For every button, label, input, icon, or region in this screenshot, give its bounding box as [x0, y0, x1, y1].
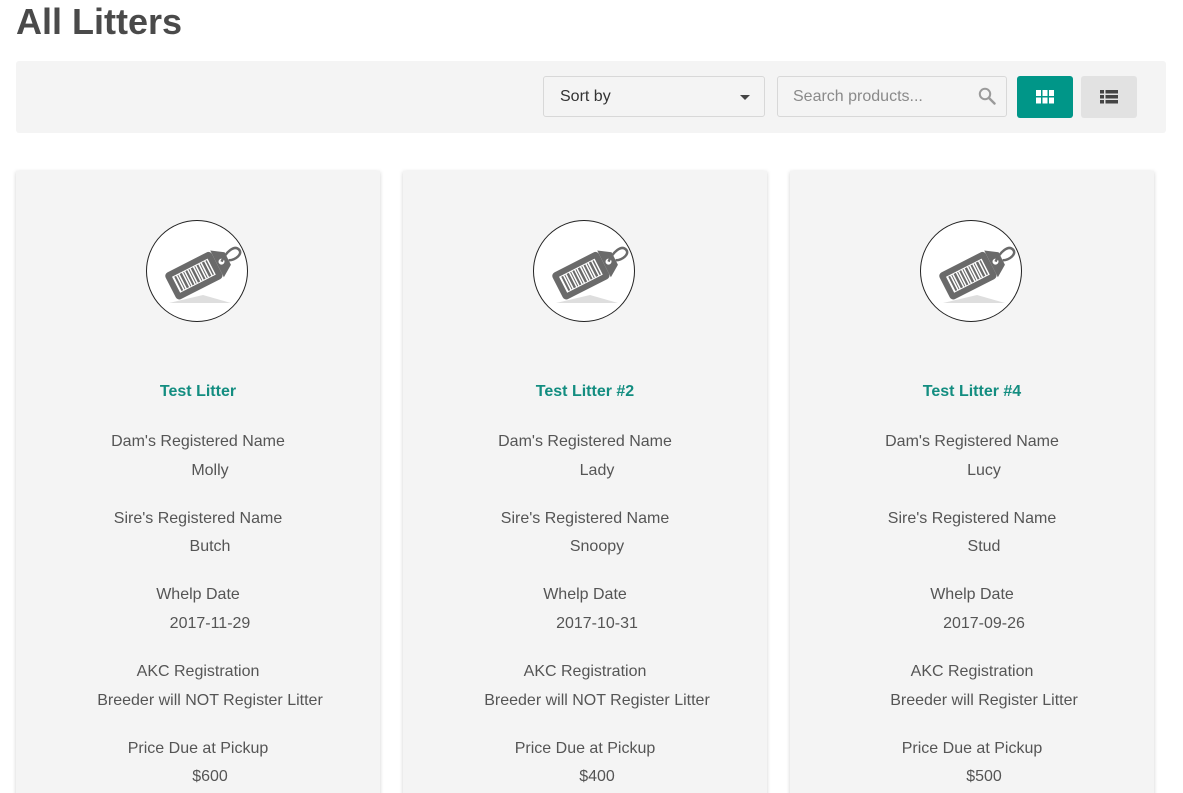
litter-card: Test Litter #4 Dam's Registered Name Luc… [790, 171, 1154, 793]
grid-icon [1036, 90, 1054, 104]
search-box [777, 76, 1007, 117]
dam-label: Dam's Registered Name [498, 433, 672, 450]
sire-label: Sire's Registered Name [113, 510, 283, 527]
price-label: Price Due at Pickup [901, 740, 1043, 757]
price-tag-barcode-icon [939, 246, 1016, 303]
page: All Litters Sort by Search products... T… [0, 0, 1183, 793]
list-icon [1100, 90, 1118, 104]
litter-card: Test Litter #2 Dam's Registered Name Lad… [403, 171, 767, 793]
akc-label: AKC Registration [523, 663, 647, 680]
price-tag-barcode-icon [552, 246, 629, 303]
caret-down-icon [740, 95, 750, 100]
product-toolbar: Sort by [16, 61, 1166, 133]
grid-view-button[interactable] [1017, 76, 1073, 118]
price-value: $400 [579, 768, 615, 785]
sort-by-label: Sort by [560, 88, 611, 105]
akc-label: AKC Registration [910, 663, 1034, 680]
dam-value: Lady [579, 462, 615, 479]
whelp-date-label: Whelp Date [930, 586, 1014, 603]
litter-title-link[interactable]: Test Litter #2 [403, 383, 767, 401]
dam-label: Dam's Registered Name [111, 433, 285, 450]
list-view-button[interactable] [1081, 76, 1137, 118]
page-title: All Litters [16, 1, 183, 42]
price-value: $600 [192, 768, 228, 785]
whelp-date-value: 2017-11-29 [169, 615, 251, 632]
whelp-date-value: 2017-09-26 [943, 615, 1025, 632]
sire-label: Sire's Registered Name [887, 510, 1057, 527]
sire-label: Sire's Registered Name [500, 510, 670, 527]
price-label: Price Due at Pickup [514, 740, 656, 757]
search-icon[interactable] [978, 87, 996, 105]
price-tag-barcode-icon [165, 246, 242, 303]
sire-value: Butch [189, 538, 231, 555]
search-input[interactable] [778, 77, 968, 116]
whelp-date-label: Whelp Date [156, 586, 240, 603]
dam-value: Lucy [967, 462, 1001, 479]
litter-image[interactable] [146, 220, 248, 322]
akc-value: Breeder will NOT Register Litter [484, 692, 710, 709]
whelp-date-label: Whelp Date [543, 586, 627, 603]
litter-title-link[interactable]: Test Litter #4 [790, 383, 1154, 401]
akc-value: Breeder will NOT Register Litter [97, 692, 323, 709]
dam-value: Molly [191, 462, 229, 479]
litter-card: Test Litter Dam's Registered Name Molly … [16, 171, 380, 793]
dam-label: Dam's Registered Name [885, 433, 1059, 450]
price-value: $500 [966, 768, 1002, 785]
price-label: Price Due at Pickup [127, 740, 269, 757]
sire-value: Stud [967, 538, 1001, 555]
akc-label: AKC Registration [136, 663, 260, 680]
litter-title-link[interactable]: Test Litter [16, 383, 380, 401]
litter-image[interactable] [533, 220, 635, 322]
sort-by-select[interactable]: Sort by [543, 76, 765, 117]
litter-image[interactable] [920, 220, 1022, 322]
sire-value: Snoopy [569, 538, 625, 555]
akc-value: Breeder will Register Litter [890, 692, 1078, 709]
whelp-date-value: 2017-10-31 [556, 615, 638, 632]
